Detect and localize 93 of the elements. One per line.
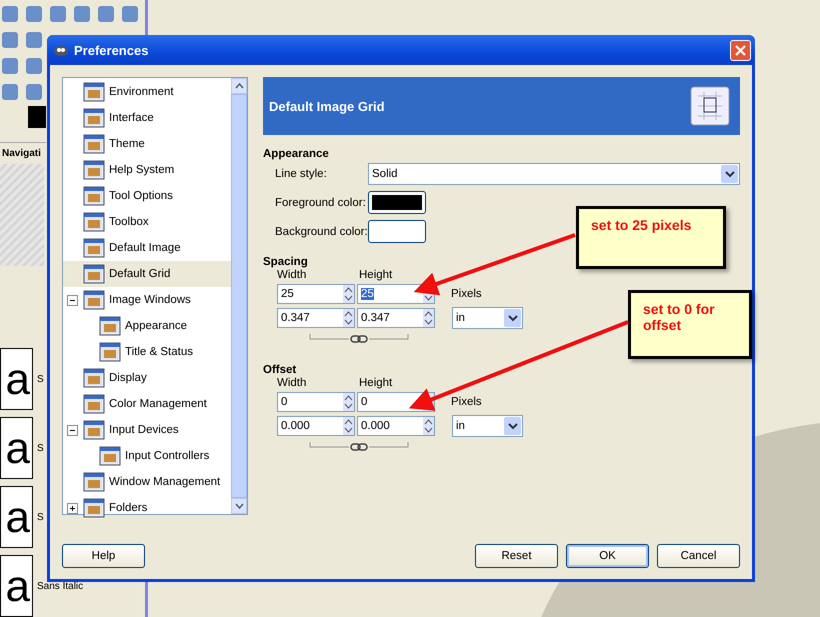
spin-arrows-icon[interactable] (344, 394, 353, 410)
tree-item[interactable]: Help System (63, 157, 231, 183)
font-sample: a (0, 348, 33, 410)
window-icon (83, 290, 105, 310)
color-button[interactable] (368, 220, 426, 243)
dialog-button[interactable]: Reset (475, 544, 558, 568)
tree-item[interactable]: Display (63, 365, 231, 391)
color-button[interactable] (368, 191, 426, 214)
tree-item[interactable]: Appearance (63, 313, 231, 339)
caret-icon[interactable] (724, 170, 734, 178)
spin-arrows-icon[interactable] (344, 418, 353, 434)
spin-field[interactable]: 0.000 (357, 416, 435, 436)
field-label: Foreground color: (275, 196, 367, 208)
window-icon (83, 472, 105, 492)
field-label: Line style: (275, 168, 328, 180)
unit-label: Pixels (451, 396, 482, 408)
tree-item[interactable]: Default Grid (63, 261, 231, 287)
tree-item[interactable]: Tool Options (63, 183, 231, 209)
section-heading: Appearance (263, 148, 330, 160)
tree-item[interactable]: Title & Status (63, 339, 231, 365)
dialog-button[interactable]: OK (566, 544, 649, 568)
window-icon (99, 446, 121, 466)
window-icon (99, 342, 121, 362)
window-icon (83, 498, 105, 518)
window-icon (83, 264, 105, 284)
spin-field[interactable]: 25 (277, 284, 355, 304)
tree-item[interactable]: Toolbox (63, 209, 231, 235)
dialog-button[interactable]: Cancel (657, 544, 740, 568)
tree-item[interactable]: Input Devices (63, 417, 231, 443)
tree-item[interactable]: Interface (63, 105, 231, 131)
spin-arrows-icon[interactable] (344, 310, 353, 326)
scrollbar[interactable] (231, 78, 247, 514)
caret-icon[interactable] (508, 422, 518, 430)
unit-dropdown[interactable]: in (452, 307, 523, 329)
field-label: Height (359, 377, 394, 389)
window-icon (83, 134, 105, 154)
expander-icon[interactable] (66, 424, 78, 436)
line-style-dropdown[interactable]: Solid (368, 163, 740, 185)
tree-item[interactable]: Folders (63, 495, 231, 521)
dialog-button[interactable]: Help (62, 544, 145, 568)
window-icon (83, 368, 105, 388)
window-icon (83, 394, 105, 414)
close-icon (735, 44, 746, 56)
tree-item[interactable]: Default Image (63, 235, 231, 261)
chain-link-icon[interactable] (309, 333, 409, 345)
window-title: Preferences (74, 42, 150, 58)
field-label: Width (277, 269, 308, 281)
font-sample: a (0, 486, 33, 548)
tree-item[interactable]: Theme (63, 131, 231, 157)
font-name: S (37, 512, 44, 522)
font-name: S (37, 442, 44, 454)
unit-dropdown[interactable]: in (452, 415, 523, 437)
font-sample: a (0, 417, 33, 479)
font-name: S (37, 374, 44, 384)
spin-arrows-icon[interactable] (424, 310, 433, 326)
page-title: Default Image Grid (269, 98, 385, 114)
field-label: Height (359, 269, 394, 281)
font-name: Sans Italic (37, 580, 84, 592)
window-icon (99, 316, 121, 336)
callout-note: set to 25 pixels (576, 206, 726, 269)
window-icon (83, 82, 105, 102)
expander-icon[interactable] (66, 294, 78, 306)
callout-note: set to 0 for offset (628, 290, 752, 359)
window-icon (83, 212, 105, 232)
window-icon (83, 186, 105, 206)
window-icon (83, 108, 105, 128)
spin-field[interactable]: 0.347 (277, 308, 355, 328)
unit-label: Pixels (451, 288, 482, 300)
section-heading: Spacing (263, 256, 309, 268)
expander-icon[interactable] (66, 502, 78, 514)
grid-icon (690, 86, 730, 126)
font-sample: a (0, 555, 33, 617)
close-button[interactable] (730, 40, 751, 60)
section-heading: Offset (263, 364, 298, 376)
window-icon (83, 238, 105, 258)
tree-item[interactable]: Environment (63, 79, 231, 105)
tree-item[interactable]: Image Windows (63, 287, 231, 313)
spin-arrows-icon[interactable] (424, 418, 433, 434)
field-label: Width (277, 377, 308, 389)
app-icon (53, 43, 69, 57)
color-swatch[interactable] (28, 106, 46, 128)
caret-icon[interactable] (508, 314, 518, 322)
tree-item[interactable]: Input Controllers (63, 443, 231, 469)
spin-arrows-icon[interactable] (344, 286, 353, 302)
field-label: Background color: (275, 226, 368, 238)
chain-link-icon[interactable] (309, 441, 409, 453)
spin-field[interactable]: 0 (277, 392, 355, 412)
spin-field[interactable]: 0.347 (357, 308, 435, 328)
window-icon (83, 160, 105, 180)
window-icon (83, 420, 105, 440)
spin-field[interactable]: 0.000 (277, 416, 355, 436)
tree-item[interactable]: Color Management (63, 391, 231, 417)
tree-item[interactable]: Window Management (63, 469, 231, 495)
